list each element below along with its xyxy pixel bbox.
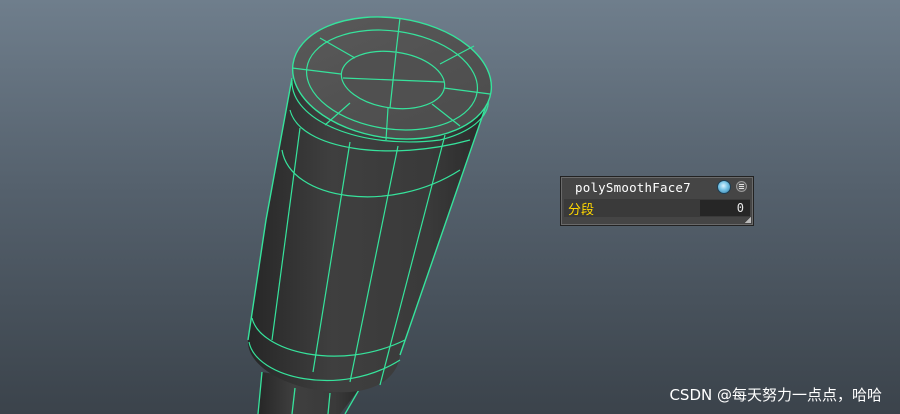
resize-grip-icon[interactable] — [745, 217, 751, 223]
menu-icon[interactable] — [736, 181, 747, 192]
sphere-node-icon[interactable] — [717, 180, 731, 194]
node-name-label: polySmoothFace7 — [575, 180, 691, 195]
attribute-value-field[interactable]: 0 — [700, 200, 750, 216]
editor-header: polySmoothFace7 — [561, 177, 755, 197]
attribute-row: 分段 0 — [564, 199, 750, 218]
attribute-label: 分段 — [568, 203, 595, 218]
inview-attribute-editor[interactable]: polySmoothFace7 分段 0 — [560, 176, 754, 226]
3d-viewport[interactable] — [0, 0, 900, 414]
watermark-text: CSDN @每天努力一点点，哈哈 — [669, 386, 882, 404]
